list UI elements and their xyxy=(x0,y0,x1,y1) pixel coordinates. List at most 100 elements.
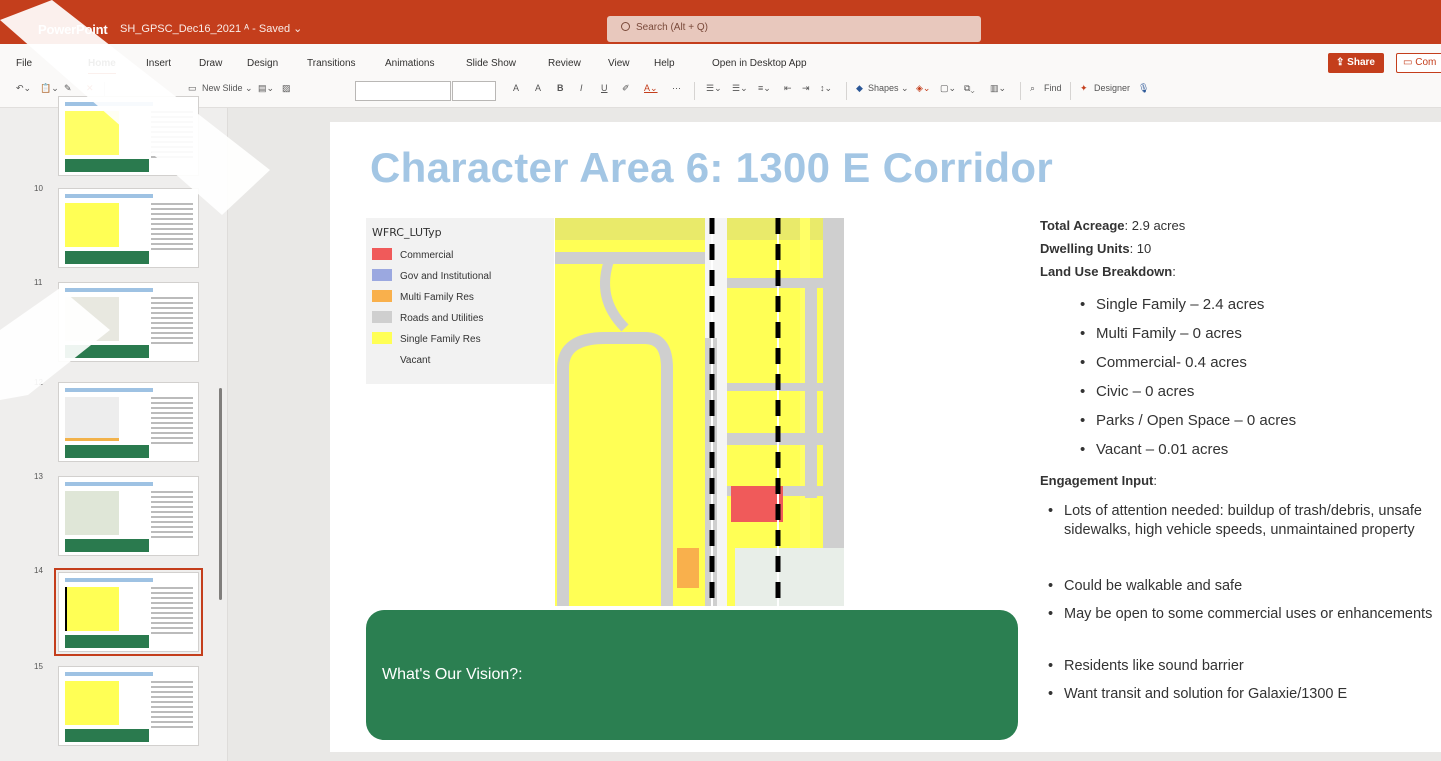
share-icon: ⇪ xyxy=(1336,57,1348,68)
thumb-map xyxy=(65,491,119,535)
share-button[interactable]: ⇪ Share xyxy=(1328,53,1384,73)
thumb-text xyxy=(151,491,193,539)
land-use-label: Land Use Breakdown xyxy=(1040,264,1173,279)
tab-review[interactable]: Review xyxy=(548,58,581,69)
increase-indent-icon[interactable]: ⇥ xyxy=(802,83,810,94)
tab-animations[interactable]: Animations xyxy=(385,58,434,69)
comment-icon: ▭ xyxy=(1403,57,1416,68)
thumb-text xyxy=(151,297,193,345)
line-spacing-icon[interactable]: ↕⌄ xyxy=(820,83,832,94)
dwelling-units-line: Dwelling Units: 10 xyxy=(1040,241,1151,256)
land-use-map[interactable] xyxy=(555,218,844,606)
slide-thumbnail[interactable] xyxy=(58,666,199,746)
decrease-indent-icon[interactable]: ⇤ xyxy=(784,83,792,94)
new-slide-icon[interactable]: ▭ xyxy=(188,83,197,94)
open-desktop-app-link[interactable]: Open in Desktop App xyxy=(712,58,807,69)
slide-thumbnail[interactable] xyxy=(58,188,199,268)
tab-view[interactable]: View xyxy=(608,58,630,69)
highlight-icon[interactable]: ✐ xyxy=(622,83,630,94)
legend-item-gov: Gov and Institutional xyxy=(372,269,491,283)
quick-styles-icon[interactable]: ▥⌄ xyxy=(990,83,1006,94)
bullets-icon[interactable]: ☰⌄ xyxy=(706,83,722,94)
picture-icon[interactable]: ▨ xyxy=(282,83,291,94)
land-use-item: Commercial- 0.4 acres xyxy=(1080,354,1247,371)
slide-thumbnail-pane: 10 11 12 13 14 15 xyxy=(0,96,228,761)
bold-icon[interactable]: B xyxy=(557,83,564,93)
grow-font-icon[interactable]: A xyxy=(513,83,519,93)
undo-icon[interactable]: ↶⌄ xyxy=(16,83,31,94)
shapes-icon[interactable]: ◆ xyxy=(856,83,863,94)
tab-home[interactable]: Home xyxy=(88,58,116,75)
layout-icon[interactable]: ▤⌄ xyxy=(258,83,274,94)
designer-button[interactable]: Designer xyxy=(1094,83,1130,93)
thumb-title xyxy=(65,482,153,486)
delete-icon[interactable]: ✕ xyxy=(86,83,94,94)
paste-icon[interactable]: 📋⌄ xyxy=(40,83,59,94)
shapes-button[interactable]: Shapes ⌄ xyxy=(868,83,909,94)
format-painter-icon[interactable]: ✎ xyxy=(64,83,72,94)
find-icon[interactable]: ⌕ xyxy=(1030,83,1035,94)
legend-swatch xyxy=(372,332,392,344)
legend-item-roads: Roads and Utilities xyxy=(372,311,483,325)
numbering-icon[interactable]: ☰⌄ xyxy=(732,83,748,94)
legend-label: Multi Family Res xyxy=(400,292,474,303)
thumbnail-scrollbar[interactable] xyxy=(219,388,222,600)
shrink-font-icon[interactable]: A xyxy=(535,83,541,93)
slide-thumbnail[interactable] xyxy=(58,476,199,556)
vision-text: What's Our Vision?: xyxy=(382,666,523,683)
tab-design[interactable]: Design xyxy=(247,58,278,69)
tab-help[interactable]: Help xyxy=(654,58,675,69)
document-name[interactable]: SH_GPSC_Dec16_2021 ᴬ - Saved ⌄ xyxy=(120,22,302,35)
ribbon-tabs: File Home Insert Draw Design Transitions… xyxy=(0,44,1441,75)
toolbar-divider xyxy=(1070,82,1071,100)
thumb-green-box xyxy=(65,445,149,458)
thumb-map xyxy=(65,681,119,725)
slide-thumbnail[interactable] xyxy=(58,282,199,362)
slide-title[interactable]: Character Area 6: 1300 E Corridor xyxy=(370,144,1053,192)
italic-icon[interactable]: I xyxy=(580,83,583,93)
vision-box[interactable]: What's Our Vision?: xyxy=(366,610,1018,740)
slide-canvas[interactable]: Character Area 6: 1300 E Corridor WFRC_L… xyxy=(330,122,1441,752)
designer-icon[interactable]: ✦ xyxy=(1080,83,1088,94)
slide-thumbnail[interactable] xyxy=(58,96,199,176)
legend-swatch xyxy=(372,248,392,260)
thumb-map xyxy=(65,111,119,155)
more-icon[interactable]: ⋯ xyxy=(672,83,681,94)
legend-swatch xyxy=(372,353,392,365)
engagement-item: Lots of attention needed: buildup of tra… xyxy=(1048,502,1441,540)
search-box[interactable]: Search (Alt + Q) xyxy=(607,16,981,42)
outline-icon[interactable]: ▢⌄ xyxy=(940,83,956,94)
fill-icon[interactable]: ◈⌄ xyxy=(916,83,930,94)
thumb-map xyxy=(65,297,119,341)
underline-icon[interactable]: U xyxy=(601,83,608,93)
land-use-heading: Land Use Breakdown: xyxy=(1040,264,1176,279)
thumb-title xyxy=(65,102,153,106)
tab-slide-show[interactable]: Slide Show xyxy=(466,58,516,69)
search-icon xyxy=(621,22,630,31)
dictate-icon[interactable]: 🎙 xyxy=(1138,83,1149,94)
engagement-label: Engagement Input xyxy=(1040,473,1154,488)
tab-transitions[interactable]: Transitions xyxy=(307,58,356,69)
land-use-map-graphic xyxy=(555,218,844,606)
tab-file[interactable]: File xyxy=(16,58,32,69)
thumb-text xyxy=(151,587,193,635)
slide-thumbnail-selected[interactable] xyxy=(54,568,203,656)
thumb-green-box xyxy=(65,539,149,552)
find-button[interactable]: Find xyxy=(1044,83,1062,93)
comments-button[interactable]: ▭ Com xyxy=(1396,53,1441,73)
toolbar-divider xyxy=(694,82,695,100)
font-color-icon[interactable]: A⌄ xyxy=(644,83,658,94)
align-icon[interactable]: ≡⌄ xyxy=(758,83,771,94)
share-label: Share xyxy=(1347,57,1375,68)
slide-thumbnail[interactable] xyxy=(58,382,199,462)
tab-draw[interactable]: Draw xyxy=(199,58,222,69)
tab-insert[interactable]: Insert xyxy=(146,58,171,69)
new-slide-button[interactable]: New Slide ⌄ xyxy=(202,83,253,94)
thumb-title xyxy=(65,194,153,198)
arrange-icon[interactable]: ⧉⌄ xyxy=(964,83,975,94)
toolbar-divider xyxy=(1020,82,1021,100)
font-name-input[interactable] xyxy=(355,81,451,101)
app-name[interactable]: PowerPoint xyxy=(38,22,108,37)
font-size-input[interactable] xyxy=(452,81,496,101)
search-placeholder: Search (Alt + Q) xyxy=(636,22,708,33)
